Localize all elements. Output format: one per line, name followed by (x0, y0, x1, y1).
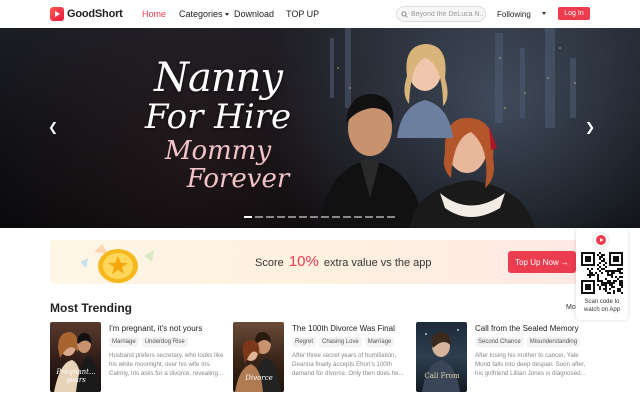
nav-categories[interactable]: Categories (179, 9, 229, 19)
card-cover-art (422, 329, 460, 392)
top-header: GoodShort Home Categories Download TOP U… (0, 0, 640, 28)
promo-text-after: extra value vs the app (323, 257, 432, 269)
card-title: The 100th Divorce Was Final (292, 324, 395, 333)
nav-download[interactable]: Download (234, 9, 274, 19)
search-input[interactable] (411, 10, 483, 18)
banner-dot[interactable] (255, 216, 263, 218)
trending-card[interactable]: Pregnant... yours I'm pregnant, it's not… (50, 322, 225, 400)
card-tag[interactable]: Chasing Love (319, 337, 362, 347)
topup-promo-banner: Score 10% extra value vs the app Top Up … (50, 240, 590, 284)
banner-title-line2: For Hire (144, 97, 292, 137)
banner-dot[interactable] (332, 216, 340, 218)
language-dropdown-icon[interactable] (542, 12, 546, 15)
card-title: Call from the Sealed Memory (475, 324, 579, 333)
banner-title: Nanny For Hire Mommy Forever (118, 58, 318, 192)
card-tags: Regret Chasing Love Marriage (292, 337, 395, 347)
app-qr-panel[interactable]: Scan code to watch on App (576, 228, 628, 320)
banner-dot[interactable] (354, 216, 362, 218)
card-cover-title: Divorce (245, 374, 273, 382)
search-box[interactable] (396, 6, 486, 22)
banner-dot[interactable] (299, 216, 307, 218)
card-cover-title: Pregnant... yours (56, 368, 96, 384)
banner-dot[interactable] (365, 216, 373, 218)
trending-card[interactable]: Call From Call from the Sealed Memory Se… (416, 322, 591, 400)
card-tags: Second Chance Misunderstanding (475, 337, 581, 347)
banner-dot[interactable] (321, 216, 329, 218)
card-tag[interactable]: Misunderstanding (526, 337, 581, 347)
card-cover-title: Call From (424, 372, 460, 380)
card-description: After losing his mother to cancer, Yale … (475, 352, 586, 377)
qr-code (581, 252, 623, 294)
search-icon (401, 10, 408, 18)
banner-dot[interactable] (387, 216, 395, 218)
brand-name: GoodShort (67, 8, 123, 20)
banner-pagination (244, 216, 395, 218)
promo-text: Score 10% extra value vs the app (255, 253, 432, 270)
card-tag[interactable]: Marriage (364, 337, 395, 347)
card-tag[interactable]: Marriage (109, 337, 139, 347)
qr-caption-line2: watch on App (583, 306, 621, 313)
brand-logo[interactable]: GoodShort (50, 7, 123, 21)
nav-categories-label: Categories (179, 9, 223, 19)
top-up-now-button[interactable]: Top Up Now → (508, 251, 576, 273)
card-cover-image: Divorce (233, 322, 284, 392)
banner-title-line3: Mommy (164, 136, 272, 166)
qr-caption-line1: Scan code to (584, 299, 620, 305)
banner-next-arrow-icon[interactable]: ❯ (585, 120, 595, 134)
banner-dot[interactable] (343, 216, 351, 218)
banner-title-line4: Forever (186, 164, 290, 194)
login-button[interactable]: Log In (558, 7, 590, 20)
promo-percent: 10% (288, 253, 319, 270)
section-title-most-trending: Most Trending (50, 301, 132, 315)
following-link[interactable]: Following (497, 10, 531, 19)
card-title: I'm pregnant, it's not yours (109, 324, 203, 333)
card-description: After three secret years of humiliation,… (292, 352, 404, 377)
banner-girl-figure (397, 44, 453, 138)
trending-card[interactable]: Divorce The 100th Divorce Was Final Regr… (233, 322, 408, 400)
card-cover-image: Call From (416, 322, 467, 392)
nav-home[interactable]: Home (142, 9, 166, 19)
banner-dot[interactable] (310, 216, 318, 218)
banner-dot[interactable] (376, 216, 384, 218)
promo-text-before: Score (255, 257, 284, 269)
coin-star-icon (80, 244, 154, 283)
card-tag[interactable]: Regret (292, 337, 317, 347)
card-tag[interactable]: Underdog Rise (141, 337, 188, 347)
play-logo-icon (50, 7, 64, 21)
card-tags: Marriage Underdog Rise (109, 337, 188, 347)
banner-dot[interactable] (288, 216, 296, 218)
more-link[interactable]: Mo (566, 304, 576, 311)
hero-banner[interactable]: Nanny For Hire Mommy Forever ❮ ❯ (0, 28, 640, 228)
chevron-down-icon (224, 12, 229, 16)
qr-caption: Scan code to watch on App (576, 299, 628, 315)
banner-title-line1: Nanny (154, 55, 283, 101)
app-logo-icon (594, 233, 608, 247)
card-cover-image: Pregnant... yours (50, 322, 101, 392)
banner-dot[interactable] (266, 216, 274, 218)
nav-topup[interactable]: TOP UP (286, 9, 319, 19)
card-tag[interactable]: Second Chance (475, 337, 524, 347)
card-description: Husband prefers secretary, who looks lik… (109, 352, 224, 377)
banner-dot[interactable] (244, 216, 252, 218)
banner-prev-arrow-icon[interactable]: ❮ (48, 120, 58, 134)
banner-dot[interactable] (277, 216, 285, 218)
